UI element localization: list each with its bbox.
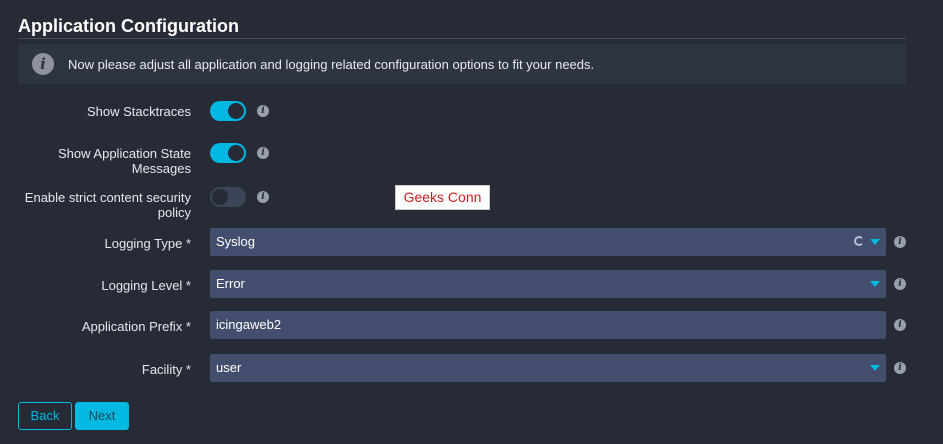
toggle-knob <box>212 189 228 205</box>
watermark: Geeks Conn <box>395 185 490 210</box>
application-prefix-input[interactable]: icingaweb2 <box>210 311 886 339</box>
facility-select[interactable]: user <box>210 354 886 382</box>
facility-label: Facility * <box>141 362 191 377</box>
label-line: Enable strict content security <box>24 190 191 205</box>
chevron-down-icon <box>870 239 880 245</box>
toggle-knob <box>228 103 244 119</box>
chevron-down-icon <box>870 281 880 287</box>
chevron-down-icon <box>870 365 880 371</box>
application-prefix-value: icingaweb2 <box>216 317 282 332</box>
back-button[interactable]: Back <box>18 402 72 430</box>
reload-icon[interactable] <box>854 236 864 246</box>
help-icon[interactable]: i <box>894 362 906 374</box>
info-text: Now please adjust all application and lo… <box>68 57 595 72</box>
show-app-state-toggle[interactable] <box>210 143 246 163</box>
logging-type-select[interactable]: Syslog <box>210 228 886 256</box>
toggle-knob <box>228 145 244 161</box>
application-prefix-label: Application Prefix * <box>81 319 191 334</box>
logging-level-value: Error <box>216 276 245 291</box>
help-icon[interactable]: i <box>257 105 269 117</box>
logging-type-label: Logging Type * <box>104 236 192 251</box>
show-app-state-label: Show Application State Messages <box>11 146 191 176</box>
logging-level-label: Logging Level * <box>101 278 191 293</box>
next-button[interactable]: Next <box>75 402 129 430</box>
label-line: Messages <box>131 161 191 176</box>
page-title: Application Configuration <box>18 16 239 36</box>
strict-csp-label: Enable strict content security policy <box>11 190 191 220</box>
facility-value: user <box>216 360 242 375</box>
help-icon[interactable]: i <box>257 191 269 203</box>
info-box: i Now please adjust all application and … <box>18 44 906 84</box>
label-line: Show Application State <box>58 146 191 161</box>
show-stacktraces-toggle[interactable] <box>210 101 246 121</box>
help-icon[interactable]: i <box>894 236 906 248</box>
logging-level-select[interactable]: Error <box>210 270 886 298</box>
help-icon[interactable]: i <box>257 147 269 159</box>
help-icon[interactable]: i <box>894 278 906 290</box>
label-line: policy <box>157 205 191 220</box>
help-icon[interactable]: i <box>894 319 906 331</box>
strict-csp-toggle[interactable] <box>210 187 246 207</box>
logging-type-value: Syslog <box>216 234 256 249</box>
show-stacktraces-label: Show Stacktraces <box>86 104 191 119</box>
title-divider <box>18 38 906 39</box>
info-icon: i <box>32 53 54 75</box>
